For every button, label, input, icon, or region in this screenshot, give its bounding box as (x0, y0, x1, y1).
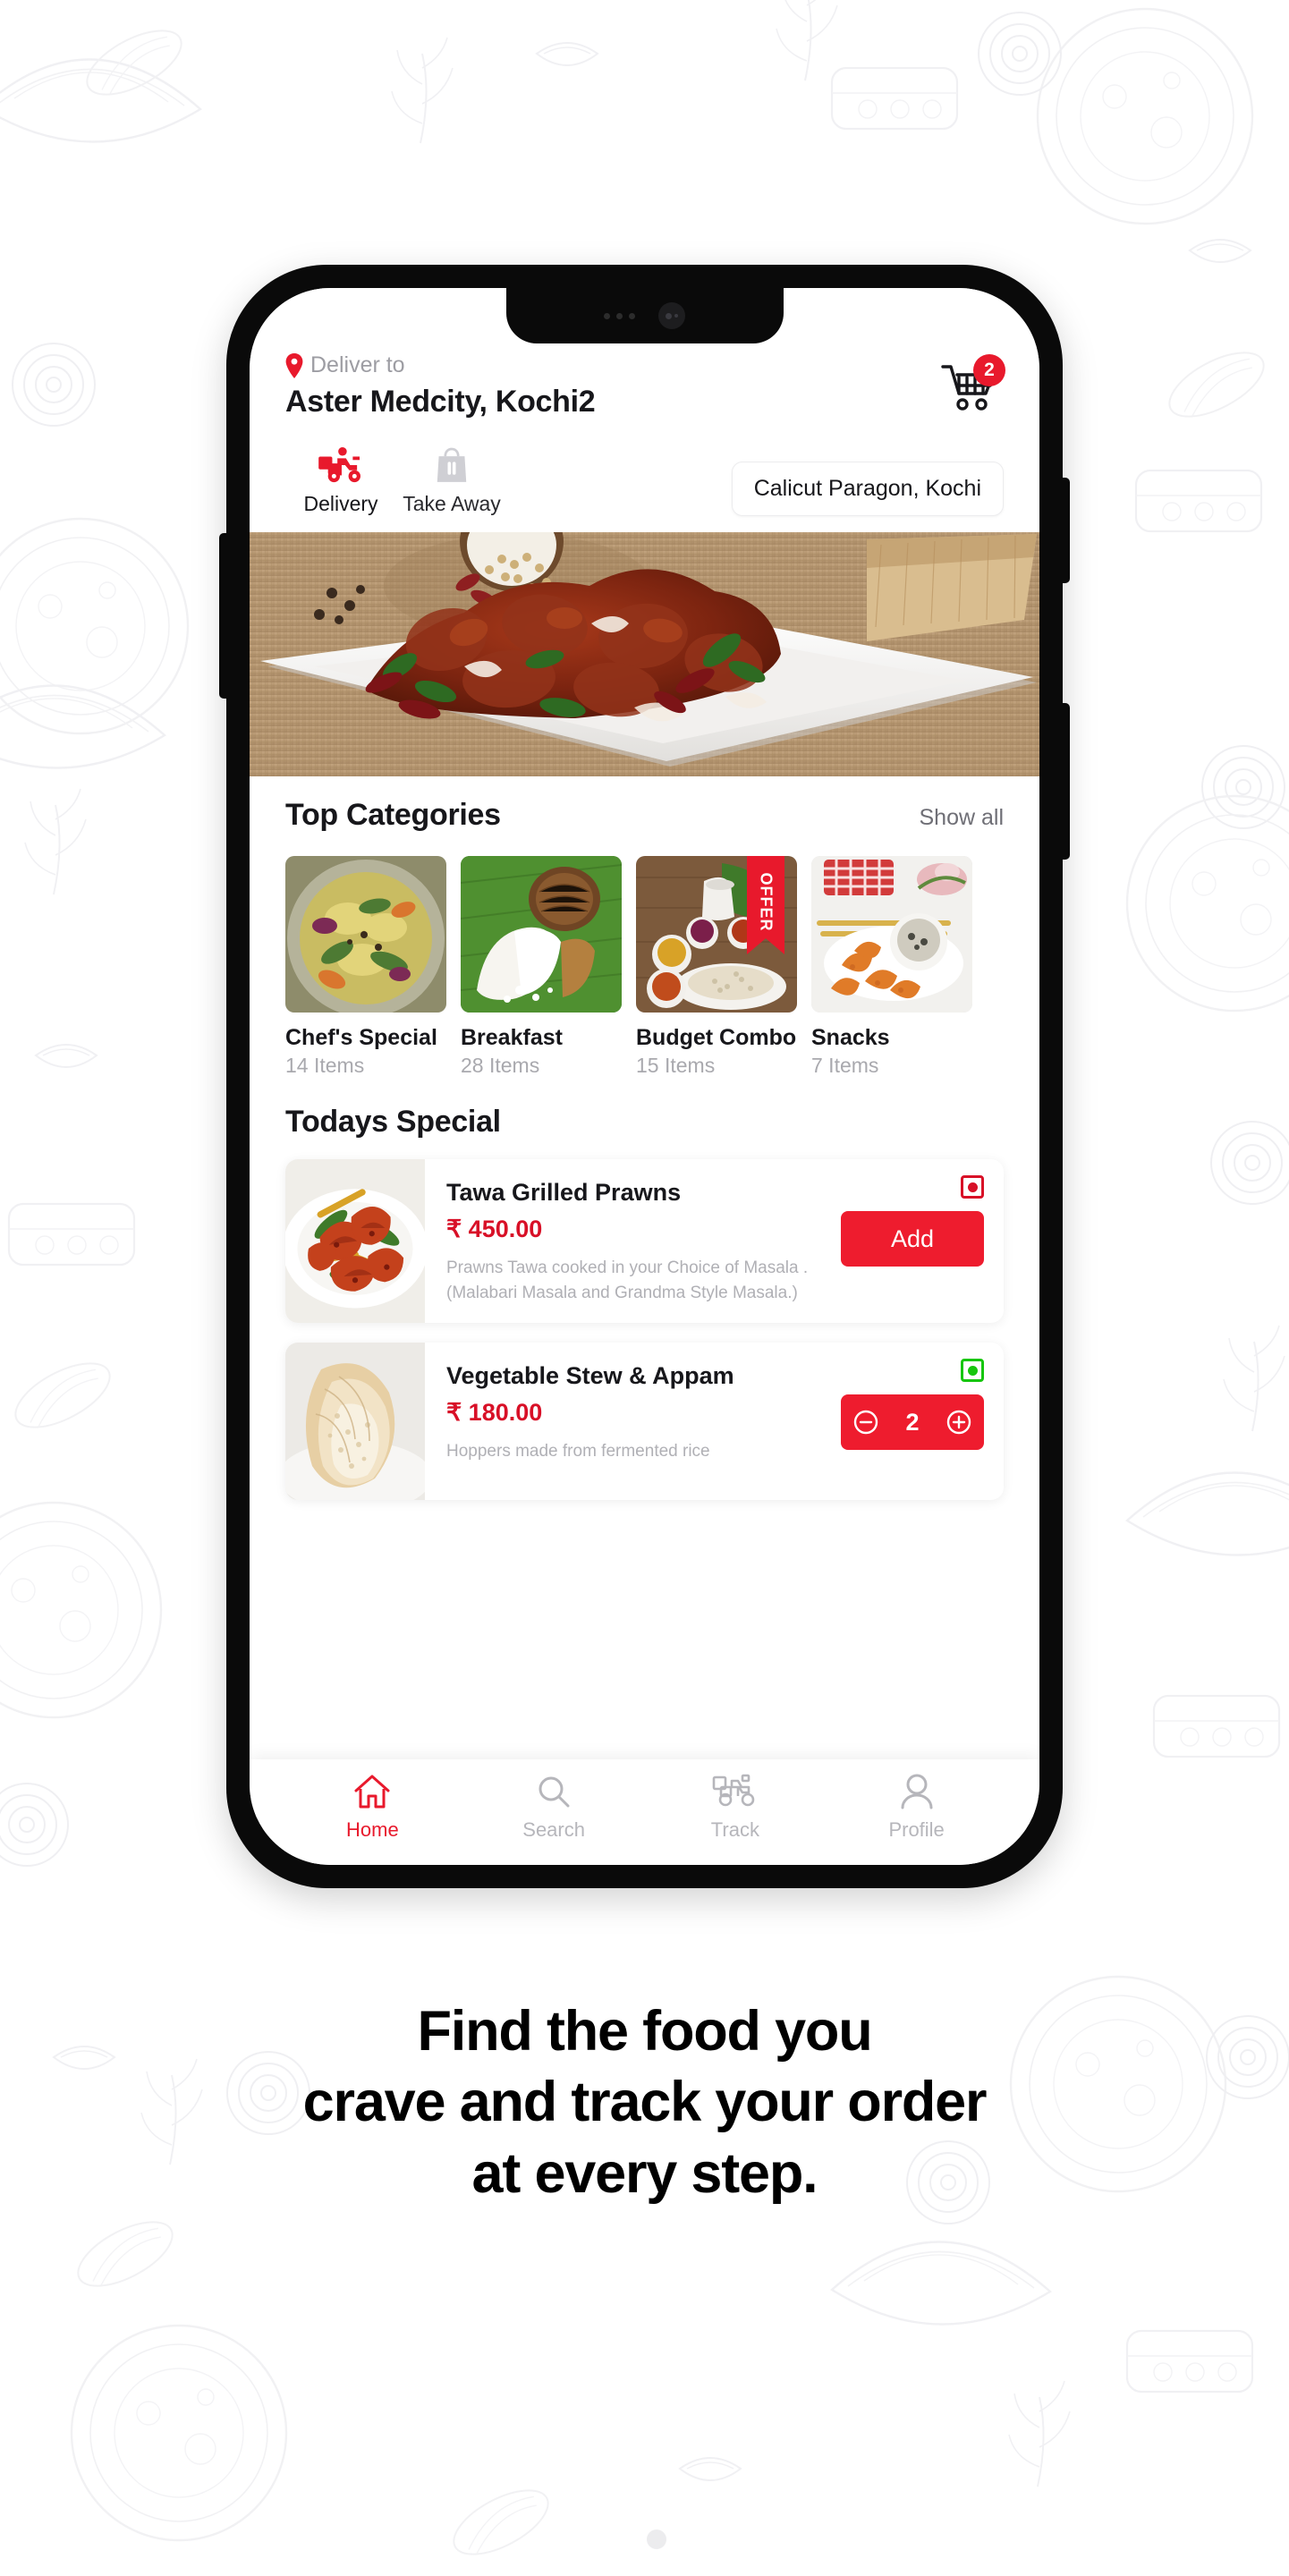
category-count: 15 Items (636, 1054, 716, 1077)
dish-description: Hoppers made from fermented rice (446, 1442, 710, 1462)
dish-image (285, 1343, 425, 1501)
tagline: Find the food you crave and track your o… (0, 1996, 1289, 2209)
search-icon (463, 1771, 645, 1812)
dish-name: Tawa Grilled Prawns (446, 1179, 682, 1206)
todays-special-section: Todays Special Tawa Grilled Prawns ₹ 450… (250, 1105, 1039, 1501)
category-image (461, 856, 622, 1013)
order-mode-row: Delivery Take Away Calicut Paragon, Koch… (285, 443, 1004, 516)
category-name: Chef's Special (285, 1025, 437, 1050)
delivery-address-block[interactable]: Deliver to Aster Medcity, Kochi2 (285, 352, 596, 419)
front-camera-icon (658, 302, 685, 329)
add-to-cart-button[interactable]: Add (841, 1211, 984, 1267)
categories-list[interactable]: Chef's Special 14 Items Breakfast 28 Ite… (285, 856, 1004, 1078)
category-card[interactable]: OFFER Budget Combo 15 Items (636, 856, 797, 1078)
dish-description: Prawns Tawa cooked in your Choice of Mas… (446, 1258, 809, 1302)
phone-mockup: Deliver to Aster Medcity, Kochi2 2 Deliv… (219, 265, 1070, 1888)
category-card[interactable]: Chef's Special 14 Items (285, 856, 446, 1078)
phone-frame: Deliver to Aster Medcity, Kochi2 2 Deliv… (219, 265, 1070, 1888)
volume-button[interactable] (219, 533, 230, 699)
nav-item-search-label: Search (522, 1818, 585, 1841)
mode-delivery[interactable]: Delivery (285, 443, 396, 516)
dish-details: Vegetable Stew & Appam ₹ 180.00 Hoppers … (425, 1343, 1004, 1500)
category-image (811, 856, 972, 1013)
scooter-track-icon (645, 1771, 827, 1812)
quantity-value: 2 (905, 1408, 920, 1436)
category-name: Breakfast (461, 1025, 563, 1050)
top-categories-section: Top Categories Show all Chef's Special 1… (250, 776, 1039, 1078)
tagline-line-1: Find the food you (417, 2000, 873, 2063)
category-card[interactable]: Breakfast 28 Items (461, 856, 622, 1078)
decrease-quantity-button[interactable] (853, 1410, 878, 1435)
nav-item-search[interactable]: Search (463, 1771, 645, 1842)
mode-takeaway[interactable]: Take Away (396, 443, 507, 516)
takeaway-bag-icon (396, 443, 507, 484)
side-button-upper[interactable] (1059, 478, 1070, 583)
location-pin-icon (285, 352, 303, 378)
top-categories-title: Top Categories (285, 798, 501, 832)
cart-button[interactable]: 2 (939, 354, 1005, 417)
power-button[interactable] (1059, 703, 1070, 860)
category-card[interactable]: Snacks 7 Items (811, 856, 972, 1078)
nav-item-profile[interactable]: Profile (826, 1771, 1007, 1842)
mode-delivery-label: Delivery (303, 492, 378, 515)
phone-notch (505, 288, 784, 343)
speaker-slit-icon (604, 312, 635, 319)
deliver-row: Deliver to Aster Medcity, Kochi2 2 (285, 352, 1005, 419)
dish-card[interactable]: Tawa Grilled Prawns ₹ 450.00 Prawns Tawa… (285, 1159, 1004, 1324)
page-indicator-dot[interactable] (647, 2529, 666, 2549)
dish-details: Tawa Grilled Prawns ₹ 450.00 Prawns Tawa… (425, 1159, 1004, 1323)
home-icon (282, 1771, 463, 1812)
dish-name: Vegetable Stew & Appam (446, 1362, 734, 1390)
mode-takeaway-label: Take Away (403, 492, 501, 515)
deliver-to-label: Deliver to (310, 352, 405, 377)
show-all-link[interactable]: Show all (920, 805, 1005, 831)
scooter-delivery-icon (285, 443, 396, 484)
offer-ribbon-label: OFFER (757, 872, 776, 931)
nav-item-home[interactable]: Home (282, 1771, 463, 1842)
category-count: 28 Items (461, 1054, 540, 1077)
deliver-to-label-row: Deliver to (285, 352, 595, 378)
nav-item-track-label: Track (710, 1818, 759, 1841)
nav-item-track[interactable]: Track (645, 1771, 827, 1842)
nav-item-profile-label: Profile (888, 1818, 945, 1841)
restaurant-selector[interactable]: Calicut Paragon, Kochi (731, 462, 1004, 516)
hero-food-image (250, 532, 1039, 776)
hero-banner[interactable] (250, 532, 1039, 776)
increase-quantity-button[interactable] (946, 1410, 971, 1435)
bottom-navigation: Home Search Track Profile (250, 1759, 1039, 1865)
veg-indicator (961, 1359, 984, 1383)
delivery-address: Aster Medcity, Kochi2 (285, 385, 596, 419)
cart-count-badge: 2 (973, 354, 1005, 386)
nav-item-home-label: Home (346, 1818, 399, 1841)
category-name: Snacks (811, 1025, 890, 1050)
category-name: Budget Combo (636, 1025, 797, 1050)
dish-card[interactable]: Vegetable Stew & Appam ₹ 180.00 Hoppers … (285, 1343, 1004, 1501)
tagline-line-3: at every step. (471, 2141, 818, 2205)
person-icon (826, 1771, 1007, 1812)
dish-image (285, 1159, 425, 1324)
todays-special-title: Todays Special (285, 1105, 501, 1139)
minus-circle-icon (853, 1410, 878, 1435)
phone-screen: Deliver to Aster Medcity, Kochi2 2 Deliv… (250, 288, 1039, 1865)
category-count: 14 Items (285, 1054, 365, 1077)
quantity-stepper[interactable]: 2 (841, 1394, 984, 1451)
plus-circle-icon (946, 1410, 971, 1435)
non-veg-indicator (961, 1175, 984, 1199)
category-image (285, 856, 446, 1013)
category-count: 7 Items (811, 1054, 879, 1077)
tagline-line-2: crave and track your order (302, 2071, 988, 2134)
category-image: OFFER (636, 856, 797, 1013)
top-categories-header: Top Categories Show all (285, 776, 1004, 833)
